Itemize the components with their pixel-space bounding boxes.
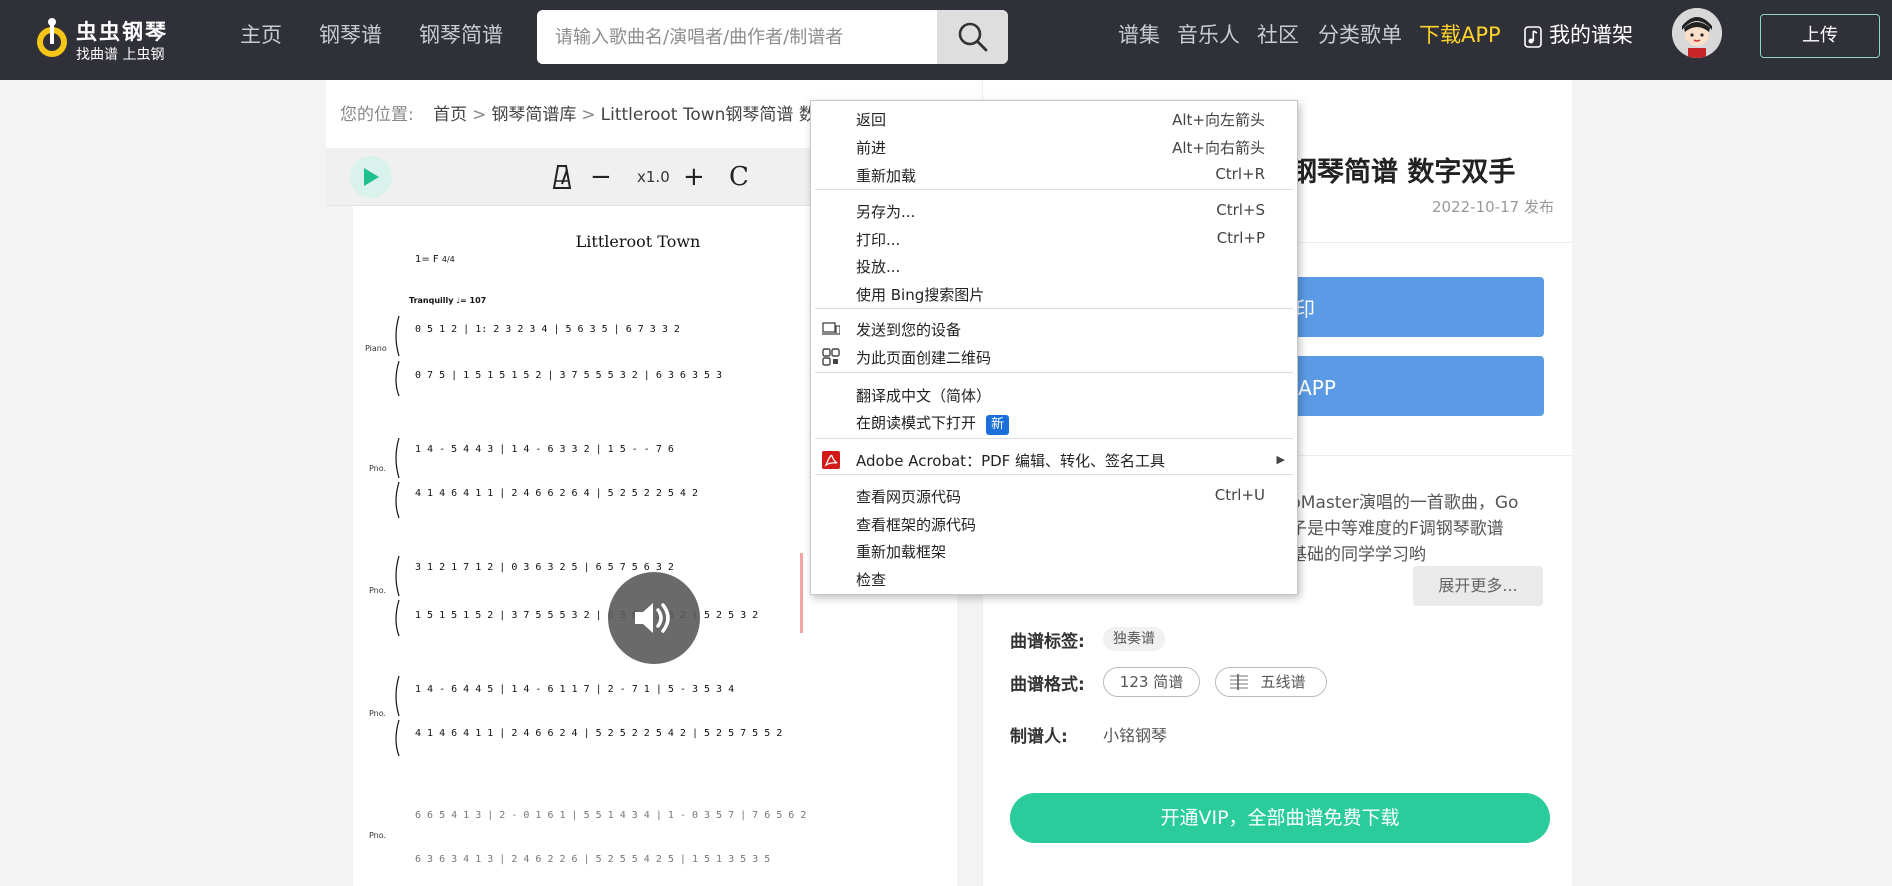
menu-item-immersive-reader[interactable]: 在朗读模式下打开新 [811, 407, 1297, 435]
menu-separator [815, 308, 1293, 309]
menu-separator [815, 372, 1293, 373]
svg-text:1 4 - 6 4 4 5 | 1 4 - 6 1 1 7: 1 4 - 6 4 4 5 | 1 4 - 6 1 1 7 | 2 - 7 1 … [415, 684, 734, 695]
menu-item-reload[interactable]: 重新加载 Ctrl+R [811, 160, 1297, 188]
maker-name[interactable]: 小铭钢琴 [1103, 722, 1167, 746]
maker-label: 制谱人: [1010, 727, 1068, 747]
breadcrumb-jianpu-library[interactable]: 钢琴简谱库 [491, 105, 576, 125]
menu-item-print[interactable]: 打印... Ctrl+P [811, 224, 1297, 252]
new-badge: 新 [986, 415, 1010, 435]
nav-collections[interactable]: 谱集 [1118, 0, 1160, 80]
svg-text:6 3 6 3 4 1 3 | 2 4 6 2 2 6 |: 6 3 6 3 4 1 3 | 2 4 6 2 2 6 | 5 2 5 5 4 … [415, 854, 770, 865]
qr-code-icon [822, 348, 840, 366]
slow-down-button[interactable]: − [590, 162, 612, 192]
menu-item-translate[interactable]: 翻译成中文（简体） [811, 380, 1297, 408]
format-staff[interactable]: 五线谱 [1215, 667, 1327, 697]
context-menu: 返回 Alt+向左箭头 前进 Alt+向右箭头 重新加载 Ctrl+R 另存为.… [810, 100, 1298, 595]
format-jianpu[interactable]: 123 简谱 [1103, 667, 1200, 697]
staff-notation-icon [1230, 674, 1248, 690]
upload-button[interactable]: 上传 [1760, 14, 1880, 58]
metronome-icon[interactable] [553, 164, 571, 190]
speed-indicator: x1.0 [637, 168, 670, 186]
breadcrumb: 您的位置: 首页 > 钢琴简谱库 > Littleroot Town钢琴简谱 数字 [340, 100, 833, 130]
user-avatar[interactable] [1672, 8, 1722, 58]
menu-item-back[interactable]: 返回 Alt+向左箭头 [811, 104, 1297, 132]
menu-item-bing-image-search[interactable]: 使用 Bing搜索图片 [811, 279, 1297, 307]
logo-title: 虫虫钢琴 [76, 20, 168, 44]
menu-item-cast[interactable]: 投放... [811, 251, 1297, 279]
breadcrumb-prefix: 您的位置: [340, 105, 414, 125]
breadcrumb-current: Littleroot Town钢琴简谱 数字 [600, 105, 833, 125]
menu-item-reload-frame[interactable]: 重新加载框架 [811, 536, 1297, 564]
site-logo[interactable]: 虫虫钢琴 找曲谱 上虫钢 [30, 10, 180, 70]
breadcrumb-separator: > [581, 105, 596, 125]
menu-item-forward[interactable]: 前进 Alt+向右箭头 [811, 132, 1297, 160]
menu-item-save-as[interactable]: 另存为... Ctrl+S [811, 196, 1297, 224]
audio-play-button[interactable] [608, 572, 700, 664]
song-title: 钢琴简谱 数字双手 [1290, 157, 1516, 188]
nav-piano-jianpu[interactable]: 钢琴简谱 [419, 0, 503, 80]
menu-separator [815, 438, 1293, 439]
nav-category-lists[interactable]: 分类歌单 [1318, 0, 1402, 80]
adobe-acrobat-icon [822, 451, 840, 469]
breadcrumb-home[interactable]: 首页 [433, 105, 467, 125]
nav-home[interactable]: 主页 [240, 0, 282, 80]
tag-badge[interactable]: 独奏谱 [1103, 627, 1165, 651]
svg-text:3 1 2 1 7 1 2 | 0 3 6 3 2 5 |: 3 1 2 1 7 1 2 | 0 3 6 3 2 5 | 6 5 7 5 6 … [415, 562, 674, 573]
nav-musicians[interactable]: 音乐人 [1177, 0, 1240, 80]
submenu-arrow-icon: ▶ [1276, 453, 1285, 466]
nav-community[interactable]: 社区 [1257, 0, 1299, 80]
search-icon [958, 22, 987, 52]
svg-text:0 5 1 2 | 1: 2 3 2 3 4 | 5 6 3: 0 5 1 2 | 1: 2 3 2 3 4 | 5 6 3 5 | 6 7 3… [415, 324, 680, 335]
menu-item-view-frame-source[interactable]: 查看框架的源代码 [811, 509, 1297, 537]
svg-text:0 7 5 | 1 5 1 5 1 5 2 | 3 7 5: 0 7 5 | 1 5 1 5 1 5 2 | 3 7 5 5 5 3 2 | … [415, 370, 722, 381]
search-box [537, 10, 1008, 64]
svg-text:6 6 5 4 1 3 | 2 - 0 1 6 1 | 5: 6 6 5 4 1 3 | 2 - 0 1 6 1 | 5 5 1 4 3 4 … [415, 810, 806, 821]
avatar-icon [1672, 8, 1722, 58]
svg-text:4 1 4 6 4 1 1 | 2 4 6 6 2 4 |: 4 1 4 6 4 1 1 | 2 4 6 6 2 4 | 5 2 5 2 2 … [415, 728, 782, 739]
music-note-icon [1524, 26, 1542, 48]
reset-button[interactable]: C [729, 162, 749, 192]
menu-separator [815, 189, 1293, 190]
breadcrumb-separator: > [472, 105, 487, 125]
format-label: 曲谱格式: [1010, 675, 1085, 695]
expand-more-button[interactable]: 展开更多... [1413, 566, 1543, 606]
play-button[interactable] [350, 156, 392, 198]
search-input[interactable] [537, 10, 937, 64]
top-nav-bar: 虫虫钢琴 找曲谱 上虫钢 主页 钢琴谱 钢琴简谱 谱集 音乐人 社区 分类歌单 … [0, 0, 1892, 80]
menu-item-send-to-device[interactable]: 发送到您的设备 [811, 314, 1297, 342]
nav-download-app[interactable]: 下载APP [1419, 0, 1501, 80]
publish-date: 2022-10-17 发布 [1432, 198, 1554, 216]
menu-item-view-source[interactable]: 查看网页源代码 Ctrl+U [811, 481, 1297, 509]
svg-text:1 5 1 5 1 5 2 | 3 7 5 5 5 3 2: 1 5 1 5 1 5 2 | 3 7 5 5 5 3 2 | 6 3 6 3 … [415, 610, 758, 621]
svg-text:1 4 - 5 4 4 3 | 1 4 - 6 3 3 2: 1 4 - 5 4 4 3 | 1 4 - 6 3 3 2 | 1 5 - - … [415, 444, 674, 455]
speed-up-button[interactable]: + [683, 162, 705, 192]
device-icon [822, 322, 840, 335]
search-button[interactable] [937, 10, 1008, 64]
logo-subtitle: 找曲谱 上虫钢 [76, 47, 165, 63]
menu-item-create-qr-code[interactable]: 为此页面创建二维码 [811, 342, 1297, 370]
vip-download-button[interactable]: 开通VIP，全部曲谱免费下载 [1010, 793, 1550, 843]
nav-my-sheets[interactable]: 我的谱架 [1549, 0, 1633, 80]
play-icon [364, 168, 379, 186]
menu-separator [815, 474, 1293, 475]
tags-label: 曲谱标签: [1010, 632, 1085, 652]
nav-piano-sheets[interactable]: 钢琴谱 [319, 0, 382, 80]
menu-item-inspect[interactable]: 检查 [811, 564, 1297, 592]
menu-item-adobe-acrobat[interactable]: Adobe Acrobat：PDF 编辑、转化、签名工具 ▶ [811, 445, 1297, 473]
logo-mark-icon [37, 18, 67, 57]
speaker-icon [635, 603, 670, 633]
playhead-marker [800, 553, 803, 633]
svg-text:4 1 4 6 4 1 1 | 2 4 6 6 2 6 4: 4 1 4 6 4 1 1 | 2 4 6 6 2 6 4 | 5 2 5 2 … [415, 488, 698, 499]
